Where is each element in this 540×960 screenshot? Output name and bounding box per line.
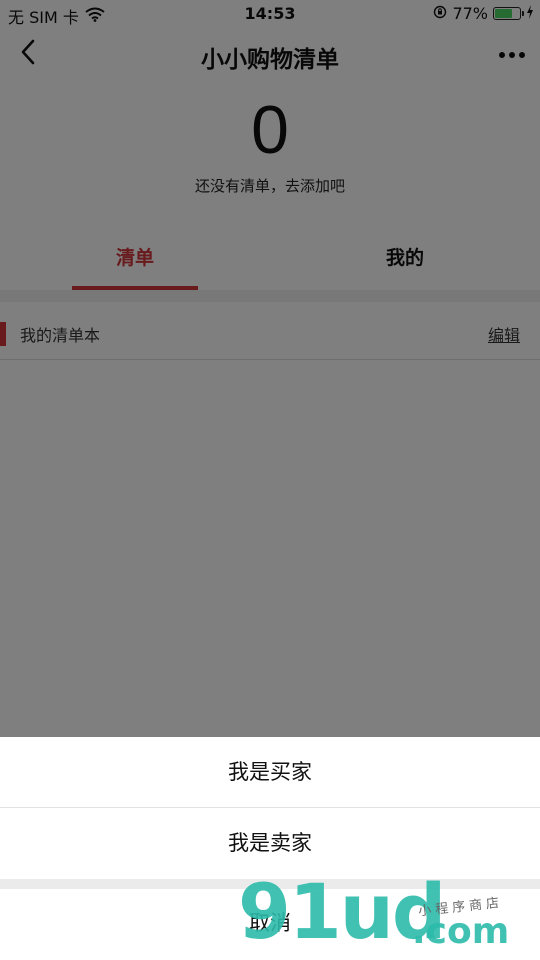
watermark-suffix: .com (412, 911, 510, 952)
buyer-option[interactable]: 我是买家 (0, 737, 540, 807)
